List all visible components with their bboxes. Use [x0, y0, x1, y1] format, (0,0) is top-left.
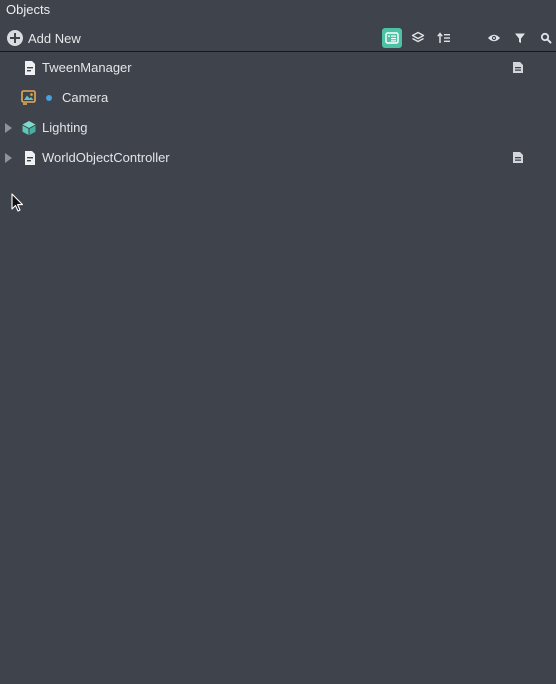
script-icon — [25, 151, 35, 165]
mouse-cursor-icon — [11, 193, 24, 212]
tree-row-label: WorldObjectController — [42, 150, 170, 165]
filter-button[interactable] — [510, 28, 530, 48]
objects-toolbar: Add New — [0, 24, 556, 52]
hierarchy-view-button[interactable] — [382, 28, 402, 48]
sort-order-icon — [437, 32, 450, 43]
hierarchy-list-icon — [385, 32, 399, 44]
tree-row-lighting[interactable]: Lighting — [0, 113, 556, 143]
eye-icon — [488, 34, 500, 42]
script-component-icon[interactable] — [512, 61, 524, 74]
script-component-icon[interactable] — [512, 151, 524, 164]
visibility-toggle-button[interactable] — [484, 28, 504, 48]
add-new-label: Add New — [28, 30, 81, 46]
tree-row-label: Camera — [62, 90, 109, 105]
panel-title: Objects — [6, 2, 51, 17]
status-dot — [46, 95, 52, 101]
tree-row-camera[interactable]: Camera — [0, 83, 556, 113]
layers-view-button[interactable] — [408, 28, 428, 48]
layers-icon — [411, 31, 425, 43]
search-icon — [540, 32, 552, 44]
plus-circle-icon — [7, 30, 23, 46]
tree-row-label: TweenManager — [42, 60, 132, 75]
camera-icon — [21, 90, 36, 105]
light-cube-icon — [22, 121, 36, 135]
objects-panel: Objects Add New TweenManager Camera Ligh… — [0, 0, 556, 684]
search-button[interactable] — [536, 28, 556, 48]
expand-arrow-icon[interactable] — [5, 153, 12, 163]
tree-row-label: Lighting — [42, 120, 88, 135]
expand-arrow-icon[interactable] — [5, 123, 12, 133]
script-icon — [25, 61, 35, 75]
sort-order-button[interactable] — [434, 28, 454, 48]
tree-row-tweenmanager[interactable]: TweenManager — [0, 53, 556, 83]
tree-row-worldobjectcontroller[interactable]: WorldObjectController — [0, 143, 556, 173]
add-new-button[interactable]: Add New — [7, 29, 81, 47]
filter-icon — [515, 33, 525, 43]
